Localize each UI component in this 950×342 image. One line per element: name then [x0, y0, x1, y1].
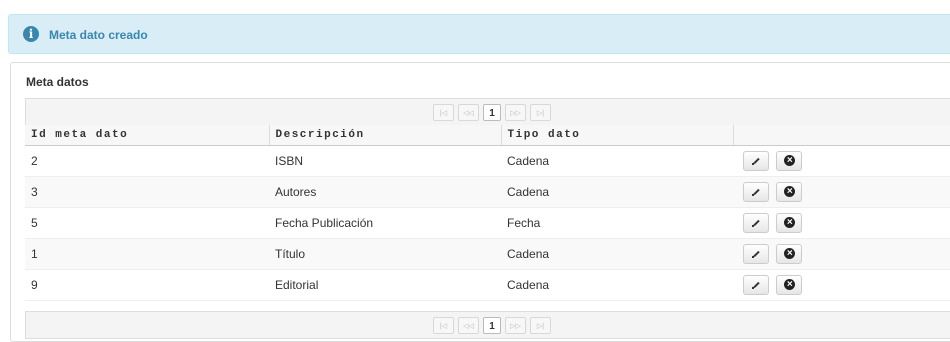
first-page-button[interactable]: |◁: [433, 104, 454, 121]
cell-descripcion: Autores: [269, 176, 501, 208]
first-page-button[interactable]: |◁: [433, 317, 454, 334]
cell-actions: [733, 176, 950, 208]
info-icon: i: [23, 26, 39, 42]
table-row: 9 Editorial Cadena: [25, 269, 950, 301]
next-page-button[interactable]: ▷▷: [505, 317, 526, 334]
edit-icon[interactable]: [743, 182, 769, 202]
meta-datos-table: Id meta dato Descripción Tipo dato 2 ISB…: [25, 125, 950, 301]
page-1-button[interactable]: 1: [483, 317, 501, 334]
column-header-tipo[interactable]: Tipo dato: [501, 125, 734, 146]
cell-descripcion: Título: [269, 238, 501, 270]
cell-tipo: Cadena: [501, 269, 733, 301]
delete-icon[interactable]: [776, 151, 803, 171]
column-header-id[interactable]: Id meta dato: [25, 125, 270, 146]
cell-tipo: Cadena: [501, 238, 733, 270]
panel-title: Meta datos: [26, 75, 89, 89]
edit-icon[interactable]: [743, 213, 769, 233]
cell-tipo: Fecha: [501, 207, 733, 239]
prev-page-button[interactable]: ◁◁: [458, 104, 479, 121]
cell-id: 3: [25, 176, 269, 208]
column-header-actions: [733, 125, 950, 146]
table-row: 1 Título Cadena: [25, 238, 950, 270]
last-page-button[interactable]: ▷|: [530, 104, 551, 121]
delete-icon[interactable]: [776, 275, 803, 295]
cell-id: 2: [25, 145, 269, 177]
cell-actions: [733, 269, 950, 301]
cell-tipo: Cadena: [501, 145, 733, 177]
cell-actions: [733, 145, 950, 177]
alert-message: Meta dato creado: [49, 28, 148, 42]
page-1-button[interactable]: 1: [483, 104, 501, 121]
delete-icon[interactable]: [776, 213, 803, 233]
table-row: 5 Fecha Publicación Fecha: [25, 207, 950, 239]
meta-datos-panel: Meta datos |◁ ◁◁ 1 ▷▷ ▷| Id meta dato De…: [10, 62, 950, 342]
cell-descripcion: Fecha Publicación: [269, 207, 501, 239]
edit-icon[interactable]: [743, 244, 769, 264]
paginator-top: |◁ ◁◁ 1 ▷▷ ▷|: [25, 98, 950, 126]
last-page-button[interactable]: ▷|: [530, 317, 551, 334]
cell-descripcion: Editorial: [269, 269, 501, 301]
cell-id: 9: [25, 269, 269, 301]
cell-descripcion: ISBN: [269, 145, 501, 177]
cell-actions: [733, 238, 950, 270]
next-page-button[interactable]: ▷▷: [505, 104, 526, 121]
cell-tipo: Cadena: [501, 176, 733, 208]
delete-icon[interactable]: [776, 182, 803, 202]
info-alert: i Meta dato creado: [8, 14, 950, 54]
cell-id: 5: [25, 207, 269, 239]
edit-icon[interactable]: [743, 275, 769, 295]
prev-page-button[interactable]: ◁◁: [458, 317, 479, 334]
paginator-bottom: |◁ ◁◁ 1 ▷▷ ▷|: [25, 311, 950, 339]
column-header-descripcion[interactable]: Descripción: [269, 125, 502, 146]
cell-actions: [733, 207, 950, 239]
edit-icon[interactable]: [743, 151, 769, 171]
table-row: 2 ISBN Cadena: [25, 145, 950, 177]
delete-icon[interactable]: [776, 244, 803, 264]
table-row: 3 Autores Cadena: [25, 176, 950, 208]
table-header-row: Id meta dato Descripción Tipo dato: [25, 125, 950, 146]
cell-id: 1: [25, 238, 269, 270]
